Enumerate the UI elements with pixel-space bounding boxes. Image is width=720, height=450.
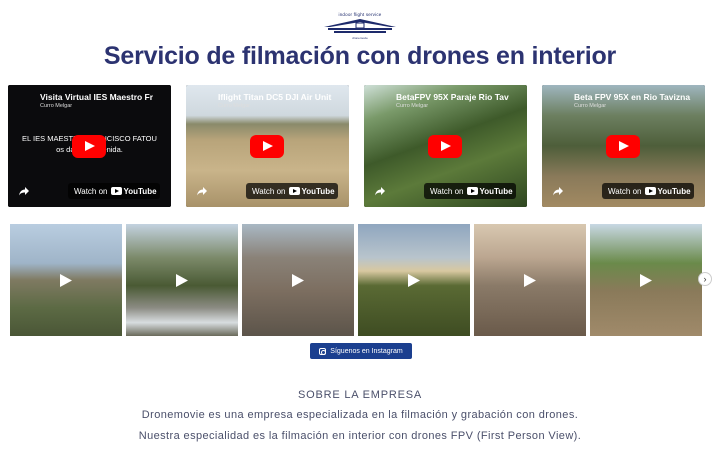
video-channel: Curro Melgar: [218, 103, 251, 109]
play-icon: [640, 274, 652, 287]
share-icon[interactable]: [196, 186, 208, 196]
watch-on-youtube-button[interactable]: Watch on YouTube: [246, 183, 338, 199]
video-channel: Curro Melgar: [396, 103, 429, 109]
about-heading: SOBRE LA EMPRESA: [297, 389, 423, 401]
share-icon[interactable]: [18, 186, 30, 196]
about-text-line-1: Dronemovie es una empresa especializada …: [141, 409, 579, 421]
youtube-video-2[interactable]: Iflight Titan DC5 DJI Air Unit Curro Mel…: [186, 85, 349, 207]
play-icon: [524, 274, 536, 287]
logo-roof-icon: [324, 19, 396, 33]
instagram-post[interactable]: [126, 224, 238, 336]
youtube-video-4[interactable]: Beta FPV 95X en Rio Tavizna Curro Melgar…: [542, 85, 705, 207]
logo-text: indoor flight service: [338, 12, 382, 17]
logo-tagline: dronemovie: [352, 36, 368, 40]
page-title: Servicio de filmación con drones en inte…: [103, 42, 617, 70]
watch-label: Watch on: [608, 186, 642, 196]
video-title[interactable]: Iflight Titan DC5 DJI Air Unit: [218, 92, 345, 102]
watch-label: Watch on: [74, 186, 108, 196]
play-icon[interactable]: [606, 135, 640, 158]
share-icon[interactable]: [374, 186, 386, 196]
play-icon[interactable]: [72, 135, 106, 158]
about-text-line-2: Nuestra especialidad es la filmación en …: [138, 430, 582, 442]
follow-instagram-button[interactable]: Síguenos en Instagram: [310, 343, 412, 359]
video-channel: Curro Melgar: [40, 103, 73, 109]
youtube-logo-icon: YouTube: [466, 187, 513, 196]
instagram-post[interactable]: [10, 224, 122, 336]
share-icon[interactable]: [552, 186, 564, 196]
video-title[interactable]: BetaFPV 95X Paraje Rio Tav: [396, 92, 523, 102]
instagram-post[interactable]: [242, 224, 354, 336]
youtube-logo-icon: YouTube: [288, 187, 335, 196]
play-icon: [176, 274, 188, 287]
watch-on-youtube-button[interactable]: Watch on YouTube: [602, 183, 694, 199]
instagram-icon: [319, 347, 327, 355]
youtube-logo-icon: YouTube: [644, 187, 691, 196]
instagram-post[interactable]: [358, 224, 470, 336]
watch-label: Watch on: [252, 186, 286, 196]
instagram-post[interactable]: [590, 224, 702, 336]
site-logo[interactable]: indoor flight service dronemovie: [322, 12, 398, 40]
youtube-video-1[interactable]: EL IES MAESTRO FRANCISCO FATOU os da la …: [8, 85, 171, 207]
watch-on-youtube-button[interactable]: Watch on YouTube: [424, 183, 516, 199]
instagram-post[interactable]: [474, 224, 586, 336]
youtube-video-3[interactable]: BetaFPV 95X Paraje Rio Tav Curro Melgar …: [364, 85, 527, 207]
video-title[interactable]: Visita Virtual IES Maestro Fr: [40, 92, 167, 102]
follow-instagram-label: Síguenos en Instagram: [330, 347, 403, 355]
play-icon: [60, 274, 72, 287]
play-icon[interactable]: [428, 135, 462, 158]
video-title[interactable]: Beta FPV 95X en Rio Tavizna: [574, 92, 701, 102]
chevron-right-icon[interactable]: ›: [698, 272, 712, 286]
play-icon: [292, 274, 304, 287]
play-icon: [408, 274, 420, 287]
video-channel: Curro Melgar: [574, 103, 607, 109]
instagram-feed: [10, 224, 720, 336]
watch-on-youtube-button[interactable]: Watch on YouTube: [68, 183, 160, 199]
watch-label: Watch on: [430, 186, 464, 196]
youtube-logo-icon: YouTube: [110, 187, 157, 196]
play-icon[interactable]: [250, 135, 284, 158]
